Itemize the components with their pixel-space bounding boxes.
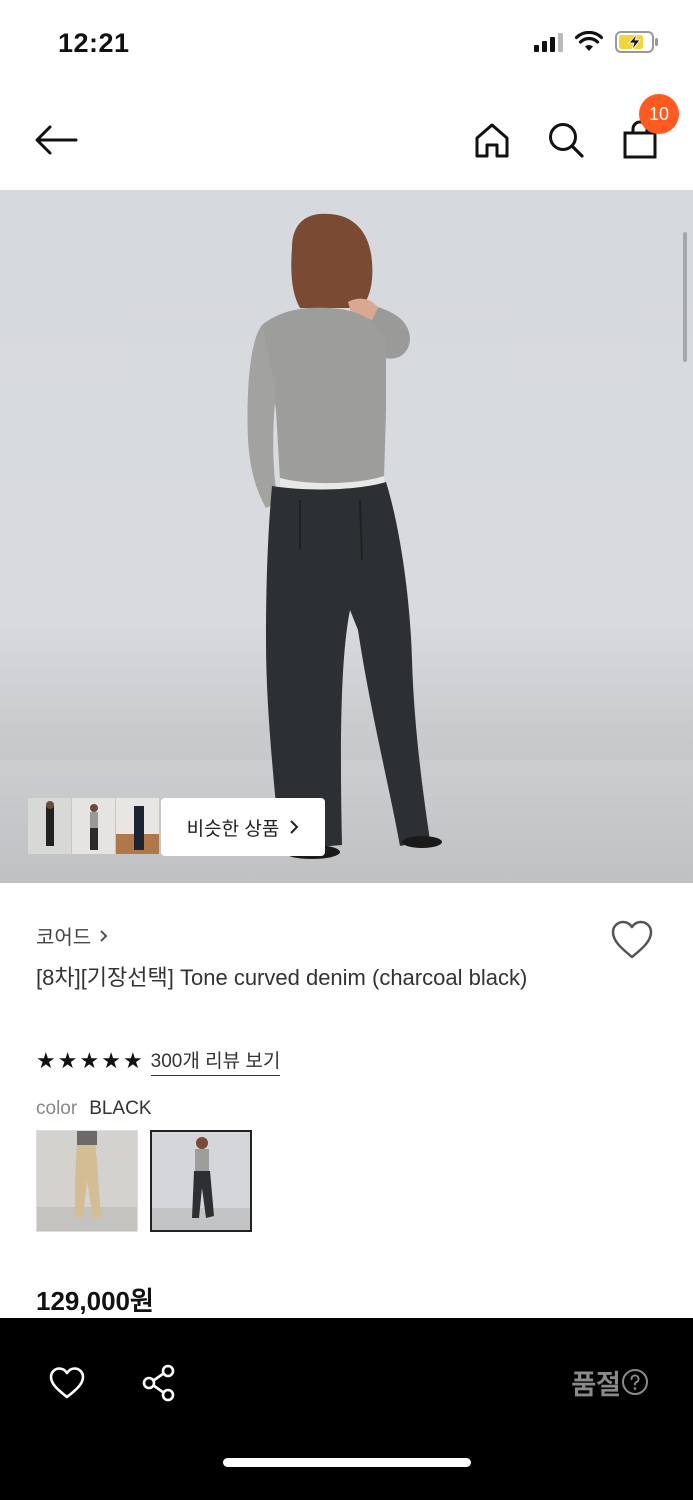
question-circle-icon[interactable] bbox=[621, 1368, 649, 1396]
rating-row: ★ ★ ★ ★ ★ 300개 리뷰 보기 bbox=[36, 1046, 281, 1076]
similar-products-button[interactable]: 비슷한 상품 bbox=[161, 798, 325, 856]
home-icon bbox=[475, 123, 509, 158]
color-value: BLACK bbox=[89, 1098, 152, 1119]
brand-link[interactable]: 코어드 bbox=[36, 921, 108, 950]
search-button[interactable] bbox=[538, 112, 594, 168]
similar-thumb-1[interactable] bbox=[28, 798, 71, 854]
model-figure-image bbox=[247, 213, 442, 859]
rating-stars: ★ ★ ★ ★ ★ bbox=[36, 1050, 143, 1072]
color-swatches bbox=[36, 1130, 252, 1232]
status-icons bbox=[534, 30, 659, 54]
product-main-image[interactable]: 비슷한 상품 bbox=[0, 190, 693, 883]
reviews-link[interactable]: 300개 리뷰 보기 bbox=[150, 1046, 281, 1076]
similar-products-label: 비슷한 상품 bbox=[186, 818, 280, 840]
share-button[interactable] bbox=[134, 1358, 184, 1408]
status-time: 12:21 bbox=[58, 28, 130, 58]
chevron-right-icon bbox=[290, 820, 299, 834]
image-scroll-indicator bbox=[683, 232, 687, 362]
product-price: 129,000원 bbox=[36, 1286, 154, 1316]
star-icon: ★ bbox=[79, 1048, 100, 1073]
star-icon: ★ bbox=[122, 1048, 143, 1073]
color-label: color bbox=[36, 1098, 78, 1119]
color-row: color BLACK bbox=[36, 1098, 152, 1120]
similar-products-strip[interactable]: 비슷한 상품 bbox=[28, 798, 325, 856]
similar-thumb-2[interactable] bbox=[72, 798, 115, 854]
status-bar: 12:21 bbox=[0, 0, 693, 90]
star-icon: ★ bbox=[101, 1048, 121, 1073]
similar-thumb-3[interactable] bbox=[116, 798, 159, 854]
heart-icon bbox=[49, 1367, 85, 1399]
product-title: [8차][기장선택] Tone curved denim (charcoal b… bbox=[36, 965, 528, 990]
brand-name: 코어드 bbox=[36, 927, 92, 949]
home-indicator bbox=[223, 1458, 471, 1467]
wifi-icon bbox=[575, 31, 603, 51]
bottom-wishlist-button[interactable] bbox=[42, 1358, 92, 1408]
share-icon bbox=[142, 1364, 175, 1402]
cellular-signal-icon bbox=[534, 32, 563, 52]
sold-out-label: 품절 bbox=[571, 1370, 621, 1400]
color-swatch-beige[interactable] bbox=[36, 1130, 138, 1232]
home-button[interactable] bbox=[464, 112, 520, 168]
wishlist-heart-icon[interactable] bbox=[609, 917, 655, 963]
star-icon: ★ bbox=[36, 1048, 56, 1073]
color-swatch-black[interactable] bbox=[150, 1130, 252, 1232]
search-icon bbox=[549, 123, 584, 158]
battery-charging-icon bbox=[615, 31, 658, 53]
star-icon: ★ bbox=[57, 1048, 78, 1073]
back-arrow-icon bbox=[35, 125, 78, 155]
top-nav: 10 bbox=[0, 90, 693, 190]
bottom-action-bar: 품절 bbox=[0, 1318, 693, 1500]
back-button[interactable] bbox=[28, 112, 84, 168]
chevron-right-icon bbox=[100, 929, 108, 942]
cart-count-badge: 10 bbox=[639, 94, 679, 134]
